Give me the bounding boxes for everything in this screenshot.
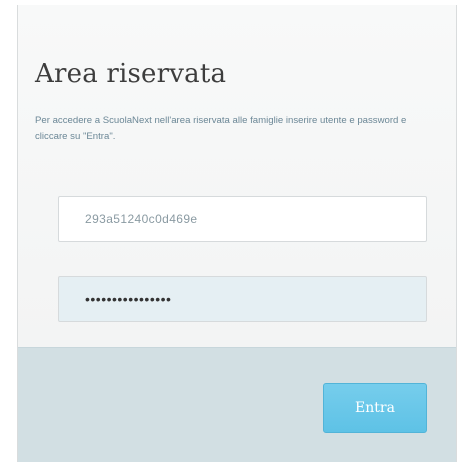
login-footer: Entra — [18, 347, 456, 462]
username-field[interactable] — [58, 196, 427, 242]
login-panel: Area riservata Per accedere a ScuolaNext… — [17, 5, 457, 462]
login-description: Per accedere a ScuolaNext nell'area rise… — [35, 115, 407, 142]
login-form: Area riservata Per accedere a ScuolaNext… — [18, 5, 456, 347]
page-title: Area riservata — [35, 59, 227, 89]
enter-button[interactable]: Entra — [323, 383, 427, 433]
password-field[interactable] — [58, 276, 427, 322]
